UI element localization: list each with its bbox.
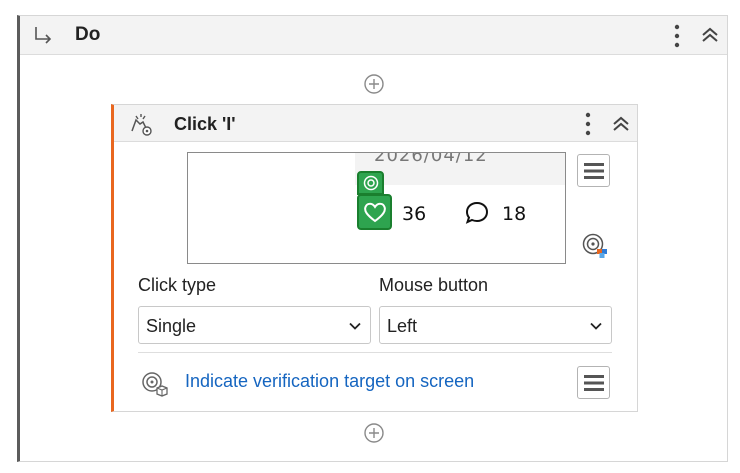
heart-icon [364,202,386,223]
chevron-down-icon [590,322,602,330]
do-title: Do [75,24,101,45]
click-type-label: Click type [138,275,217,295]
preview-date: 2026/04/12 [374,152,488,166]
click-type-select[interactable]: Single [138,306,371,344]
click-activity-header: Click 'I' [114,105,637,142]
verification-target-icon [142,372,168,397]
mouse-button-select[interactable]: Left [379,306,612,344]
target-options-menu-button[interactable] [577,154,610,187]
verification-options-menu-button[interactable] [577,366,610,399]
click-cursor-icon [131,114,152,136]
add-activity-bottom-icon[interactable] [363,422,385,444]
comment-bubble-icon [465,201,489,224]
indicate-verification-target-link[interactable]: Indicate verification target on screen [185,371,474,392]
comment-count: 18 [502,203,527,225]
click-type-value: Single [146,316,197,336]
like-count: 36 [402,203,427,225]
indicate-target-icon[interactable] [581,232,609,260]
target-icon [363,175,379,191]
chevron-down-icon [349,322,361,330]
kebab-menu-icon[interactable] [672,23,682,49]
hamburger-menu-icon [584,375,604,391]
anchor-target-marker [357,171,384,195]
click-activity-title: Click 'I' [174,114,236,134]
do-header: Do [20,16,727,55]
mouse-button-label: Mouse button [379,275,489,295]
hamburger-menu-icon [584,163,604,179]
click-activity-card: Click 'I' 2026/04/12 36 18 Click type Si… [111,104,638,412]
kebab-menu-icon[interactable] [583,111,593,137]
target-screenshot-preview[interactable]: 2026/04/12 36 18 [187,152,566,264]
chevron-up-double-icon[interactable] [700,25,720,45]
highlighted-target-element [357,194,392,230]
mouse-button-value: Left [387,316,418,336]
add-activity-top-icon[interactable] [363,73,385,95]
enter-arrow-icon [35,27,52,44]
section-divider [138,352,612,353]
chevron-up-double-icon[interactable] [611,114,631,134]
do-container: Do Click 'I' 2026/04/12 36 18 Click type… [17,15,728,462]
